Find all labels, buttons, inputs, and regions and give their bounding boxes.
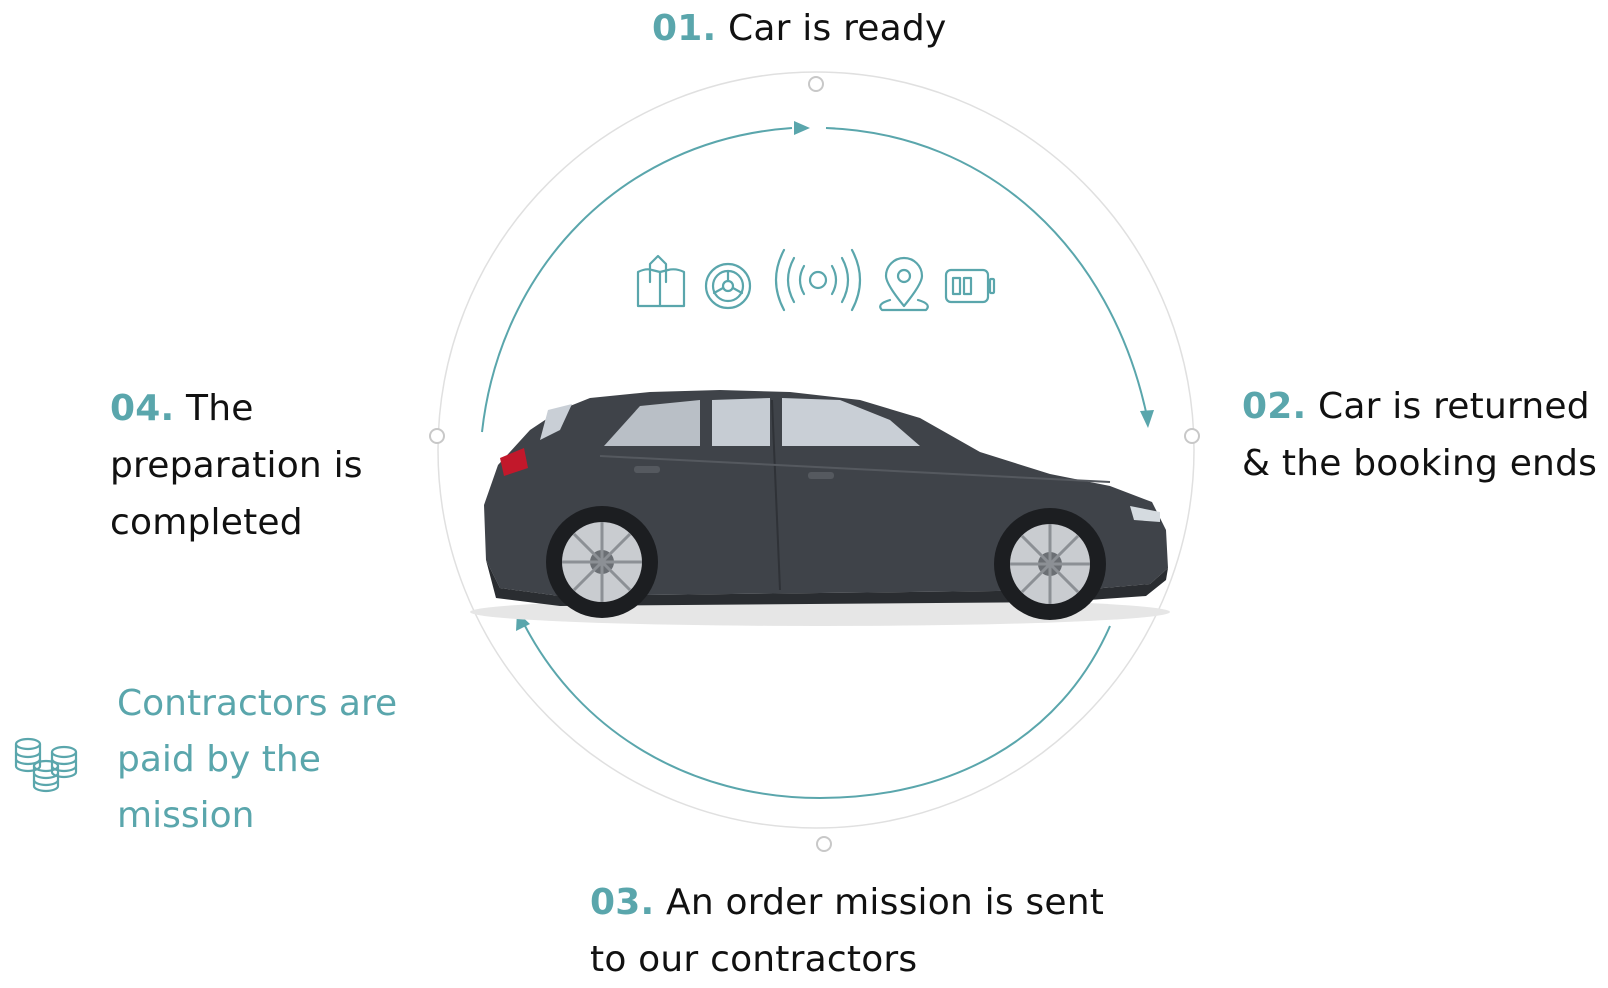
step-2-number: 02. [1242, 386, 1307, 427]
step-1-label: 01. Car is ready [652, 0, 946, 57]
node-step-2 [1184, 428, 1200, 444]
connectivity-signal-icon [774, 248, 862, 312]
arrow-2-to-3 [523, 623, 1111, 800]
location-pin-icon [879, 256, 929, 312]
node-step-1 [808, 76, 824, 92]
arrowhead-2 [1140, 410, 1154, 428]
step-3-number: 03. [590, 882, 655, 923]
coin-stacks-icon [14, 737, 78, 793]
car-image [470, 390, 1170, 626]
node-step-4 [429, 428, 445, 444]
step-4-label: 04. The preparation is completed [110, 380, 400, 551]
step-1-text: Car is ready [728, 8, 947, 49]
step-3-label: 03. An order mission is sent to our cont… [590, 874, 1150, 988]
map-book-icon [636, 254, 686, 308]
node-step-3 [816, 836, 832, 852]
step-4-number: 04. [110, 388, 175, 429]
payment-note: Contractors are paid by the mission [117, 683, 398, 836]
steering-wheel-icon [704, 262, 752, 310]
step-3-text: An order mission is sent to our contract… [590, 882, 1105, 980]
battery-icon [944, 268, 996, 304]
step-1-number: 01. [652, 8, 717, 49]
arrowhead-1 [794, 121, 810, 135]
step-2-label: 02. Car is returned & the booking ends [1242, 378, 1602, 492]
